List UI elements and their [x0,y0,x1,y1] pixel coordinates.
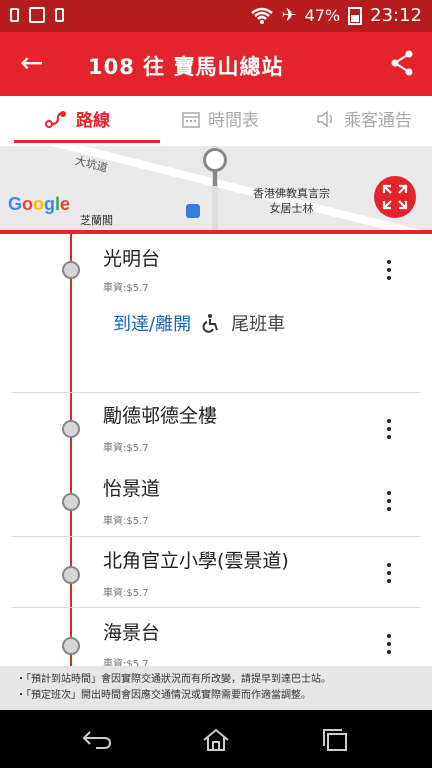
system-nav-bar [0,710,432,768]
stop-actions: 到達/離開 尾班車 [113,310,285,336]
map-pin-stem [213,170,217,186]
status-bar: ✈ 47% 23:12 [0,0,432,32]
battery-icon [348,6,363,25]
tab-indicator [14,140,160,143]
stop-name: 勵德邨德全樓 [103,405,218,427]
stop-dot [62,566,80,584]
expand-map-button[interactable] [374,176,416,218]
more-vert-icon[interactable] [382,260,396,284]
tab-notices[interactable]: 乘客通告 [316,106,412,131]
stop-dot [62,637,80,655]
expand-icon [382,184,408,210]
image-icon [29,7,45,23]
phone-icon [55,8,64,22]
stop-dot [62,493,80,511]
list-item[interactable]: 北角官立小學(雲景道) 車資:$5.7 [0,537,432,607]
notice-line: ・「預計到站時間」會因實際交通狀況而有所改變，請提早到達巴士站。 [16,674,331,685]
arrival-departure-link[interactable]: 到達/離開 [113,310,191,336]
tab-route-label: 路線 [76,111,110,131]
stop-fare: 車資:$5.7 [103,516,149,527]
more-vert-icon[interactable] [382,491,396,515]
airplane-icon: ✈ [281,5,297,26]
list-item[interactable]: 海景台 車資:$5.7 [0,608,432,666]
tab-timetable[interactable]: 時間表 [182,106,259,131]
stop-fare: 車資:$5.7 [103,588,149,599]
tab-route[interactable]: 路線 [44,106,110,131]
tab-bar: 路線 時間表 乘客通告 [0,96,432,146]
stop-dot [62,261,80,279]
notification-icon [10,8,19,22]
map-place-line2: 女居士林 [269,202,314,215]
more-vert-icon[interactable] [382,634,396,658]
tab-timetable-label: 時間表 [208,111,259,131]
back-icon[interactable] [82,728,112,750]
wifi-icon [251,7,274,24]
google-logo: Google [8,194,71,214]
more-vert-icon[interactable] [382,419,396,443]
more-vert-icon[interactable] [382,563,396,587]
last-bus-label[interactable]: 尾班車 [231,310,285,336]
map-place-line1: 香港佛教真言宗 [253,187,330,200]
app-bar: ← 108 往 寶馬山總站 [0,32,432,96]
list-item[interactable]: 光明台 車資:$5.7 到達/離開 尾班車 [0,234,432,392]
tab-notices-label: 乘客通告 [344,111,412,131]
route-map[interactable]: 大坑道 香港佛教真言宗 女居士林 芝蘭閣 Google [0,146,432,230]
stop-fare: 車資:$5.7 [103,283,149,294]
calendar-icon [182,111,200,128]
map-place-label: 香港佛教真言宗 女居士林 [253,186,330,216]
recent-apps-icon[interactable] [322,728,350,752]
stop-fare: 車資:$5.7 [103,659,149,666]
speaker-icon [317,109,333,128]
bus-stop-icon [186,204,200,218]
route-icon [45,110,66,128]
stop-fare: 車資:$5.7 [103,443,149,454]
share-icon[interactable] [390,50,414,76]
passenger-notice: ・「預計到站時間」會因實際交通狀況而有所改變，請提早到達巴士站。 ・「預定班次」… [0,666,432,710]
list-item[interactable]: 怡景道 車資:$5.7 [0,461,432,536]
battery-percent: 47% [304,6,341,25]
notice-line: ・「預定班次」開出時間會因應交通情況或實際需要而作適當調整。 [16,690,311,701]
clock: 23:12 [370,5,422,26]
page-title: 108 往 寶馬山總站 [88,55,284,79]
stop-name: 海景台 [103,622,161,644]
stop-dot [62,420,80,438]
list-item[interactable]: 勵德邨德全樓 車資:$5.7 [0,393,432,454]
map-pin-icon [203,148,227,172]
stop-name: 北角官立小學(雲景道) [103,550,289,572]
wheelchair-icon [202,314,219,333]
stop-name: 光明台 [103,248,161,270]
home-icon[interactable] [202,728,230,752]
stop-name: 怡景道 [103,478,161,500]
arrow-left-icon[interactable]: ← [20,46,43,80]
stop-list: 光明台 車資:$5.7 到達/離開 尾班車 勵德邨德全樓 車資:$5.7 怡景道… [0,234,432,666]
map-place-label: 芝蘭閣 [80,214,113,227]
